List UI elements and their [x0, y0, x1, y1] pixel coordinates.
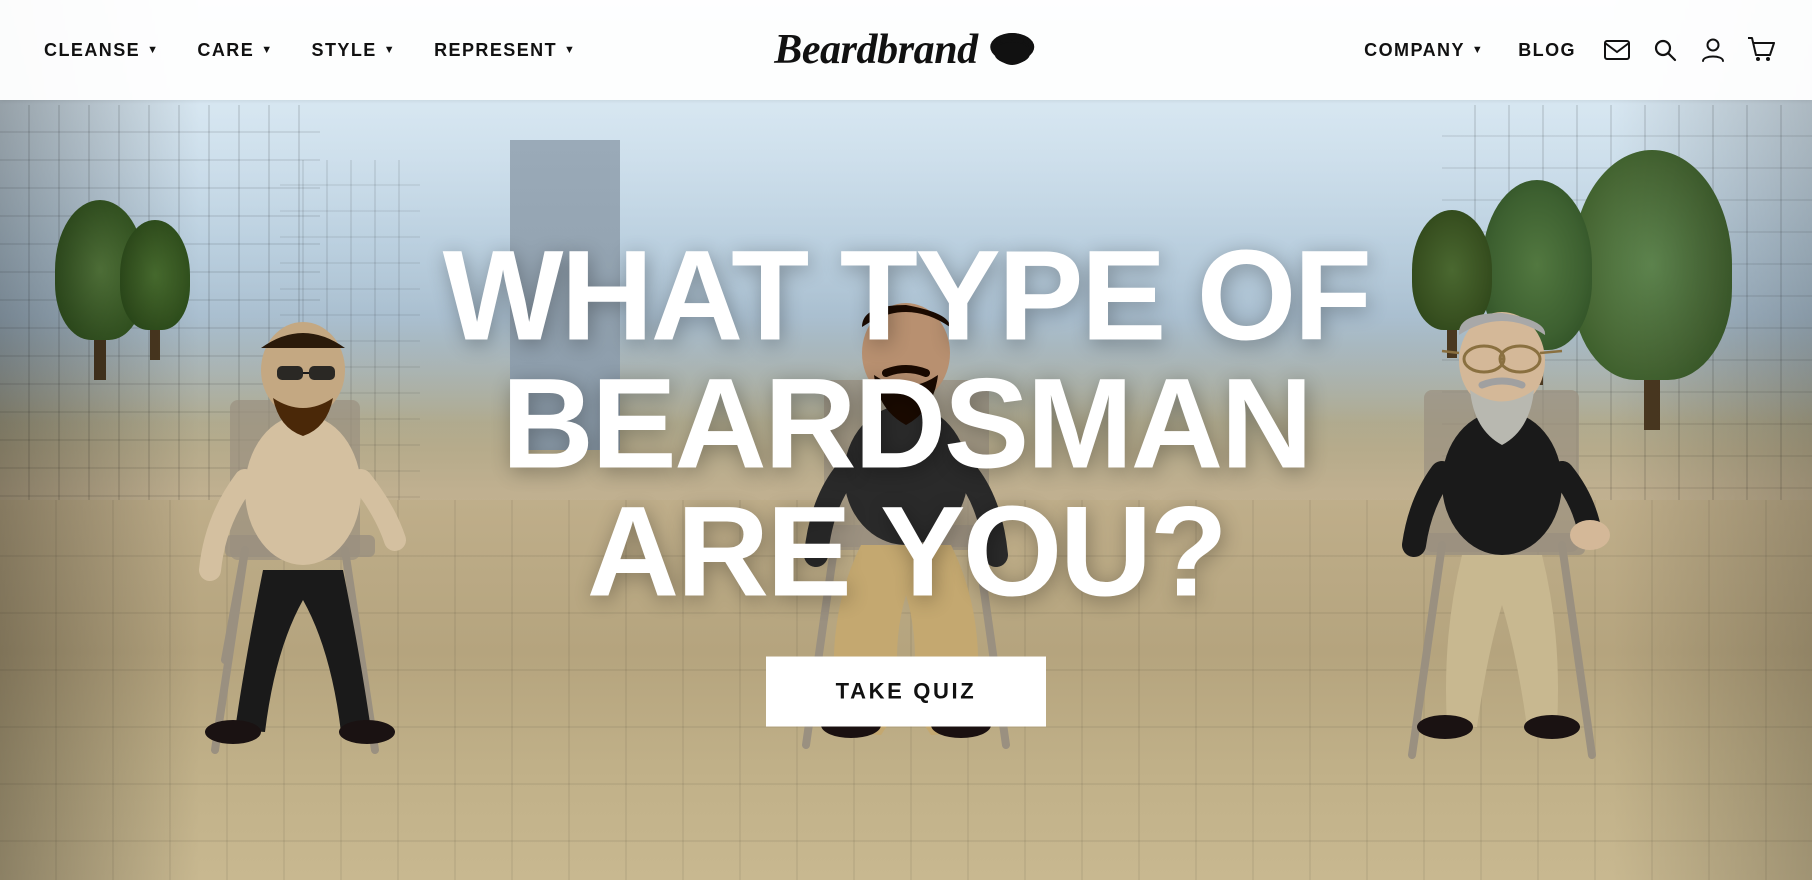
nav-label-style: STYLE	[312, 40, 377, 61]
nav-label-company: COMPANY	[1364, 40, 1465, 61]
cart-icon	[1747, 37, 1775, 63]
search-icon	[1653, 38, 1677, 62]
nav-item-cleanse[interactable]: CLEANSE ▼	[30, 32, 173, 69]
nav-left: CLEANSE ▼ CARE ▼ STYLE ▼ REPRESENT ▼	[30, 32, 590, 69]
email-button[interactable]	[1596, 29, 1638, 71]
nav-right: COMPANY ▼ BLOG	[1350, 29, 1782, 71]
nav-label-care: CARE	[197, 40, 254, 61]
chevron-down-icon: ▼	[384, 44, 396, 56]
nav-item-style[interactable]: STYLE ▼	[298, 32, 411, 69]
chevron-down-icon: ▼	[261, 44, 273, 56]
navbar: CLEANSE ▼ CARE ▼ STYLE ▼ REPRESENT ▼ Bea…	[0, 0, 1812, 100]
brand-name: Beardbrand	[774, 26, 978, 74]
account-button[interactable]	[1692, 29, 1734, 71]
email-icon	[1604, 40, 1630, 60]
nav-item-represent[interactable]: REPRESENT ▼	[420, 32, 590, 69]
nav-label-blog: BLOG	[1518, 40, 1576, 61]
chevron-down-icon: ▼	[1472, 44, 1484, 56]
nav-label-represent: REPRESENT	[434, 40, 557, 61]
hero-headline-line2: ARE YOU?	[587, 481, 1226, 624]
chevron-down-icon: ▼	[564, 44, 576, 56]
left-vignette	[0, 0, 200, 880]
hero-headline-line1: WHAT TYPE OF BEARDSMAN	[443, 225, 1370, 496]
right-vignette	[1612, 0, 1812, 880]
search-button[interactable]	[1644, 29, 1686, 71]
hero-headline: WHAT TYPE OF BEARDSMAN ARE YOU?	[306, 233, 1506, 617]
hero-content: WHAT TYPE OF BEARDSMAN ARE YOU? TAKE QUI…	[306, 233, 1506, 727]
nav-item-care[interactable]: CARE ▼	[183, 32, 287, 69]
hero-section: WHAT TYPE OF BEARDSMAN ARE YOU? TAKE QUI…	[0, 0, 1812, 880]
nav-item-company[interactable]: COMPANY ▼	[1350, 32, 1498, 69]
nav-label-cleanse: CLEANSE	[44, 40, 140, 61]
account-icon	[1701, 37, 1725, 63]
cart-button[interactable]	[1740, 29, 1782, 71]
beard-icon	[986, 25, 1038, 76]
brand-logo[interactable]: Beardbrand	[774, 25, 1038, 76]
chevron-down-icon: ▼	[147, 44, 159, 56]
nav-item-blog[interactable]: BLOG	[1504, 32, 1590, 69]
take-quiz-button[interactable]: TAKE QUIZ	[766, 657, 1047, 727]
